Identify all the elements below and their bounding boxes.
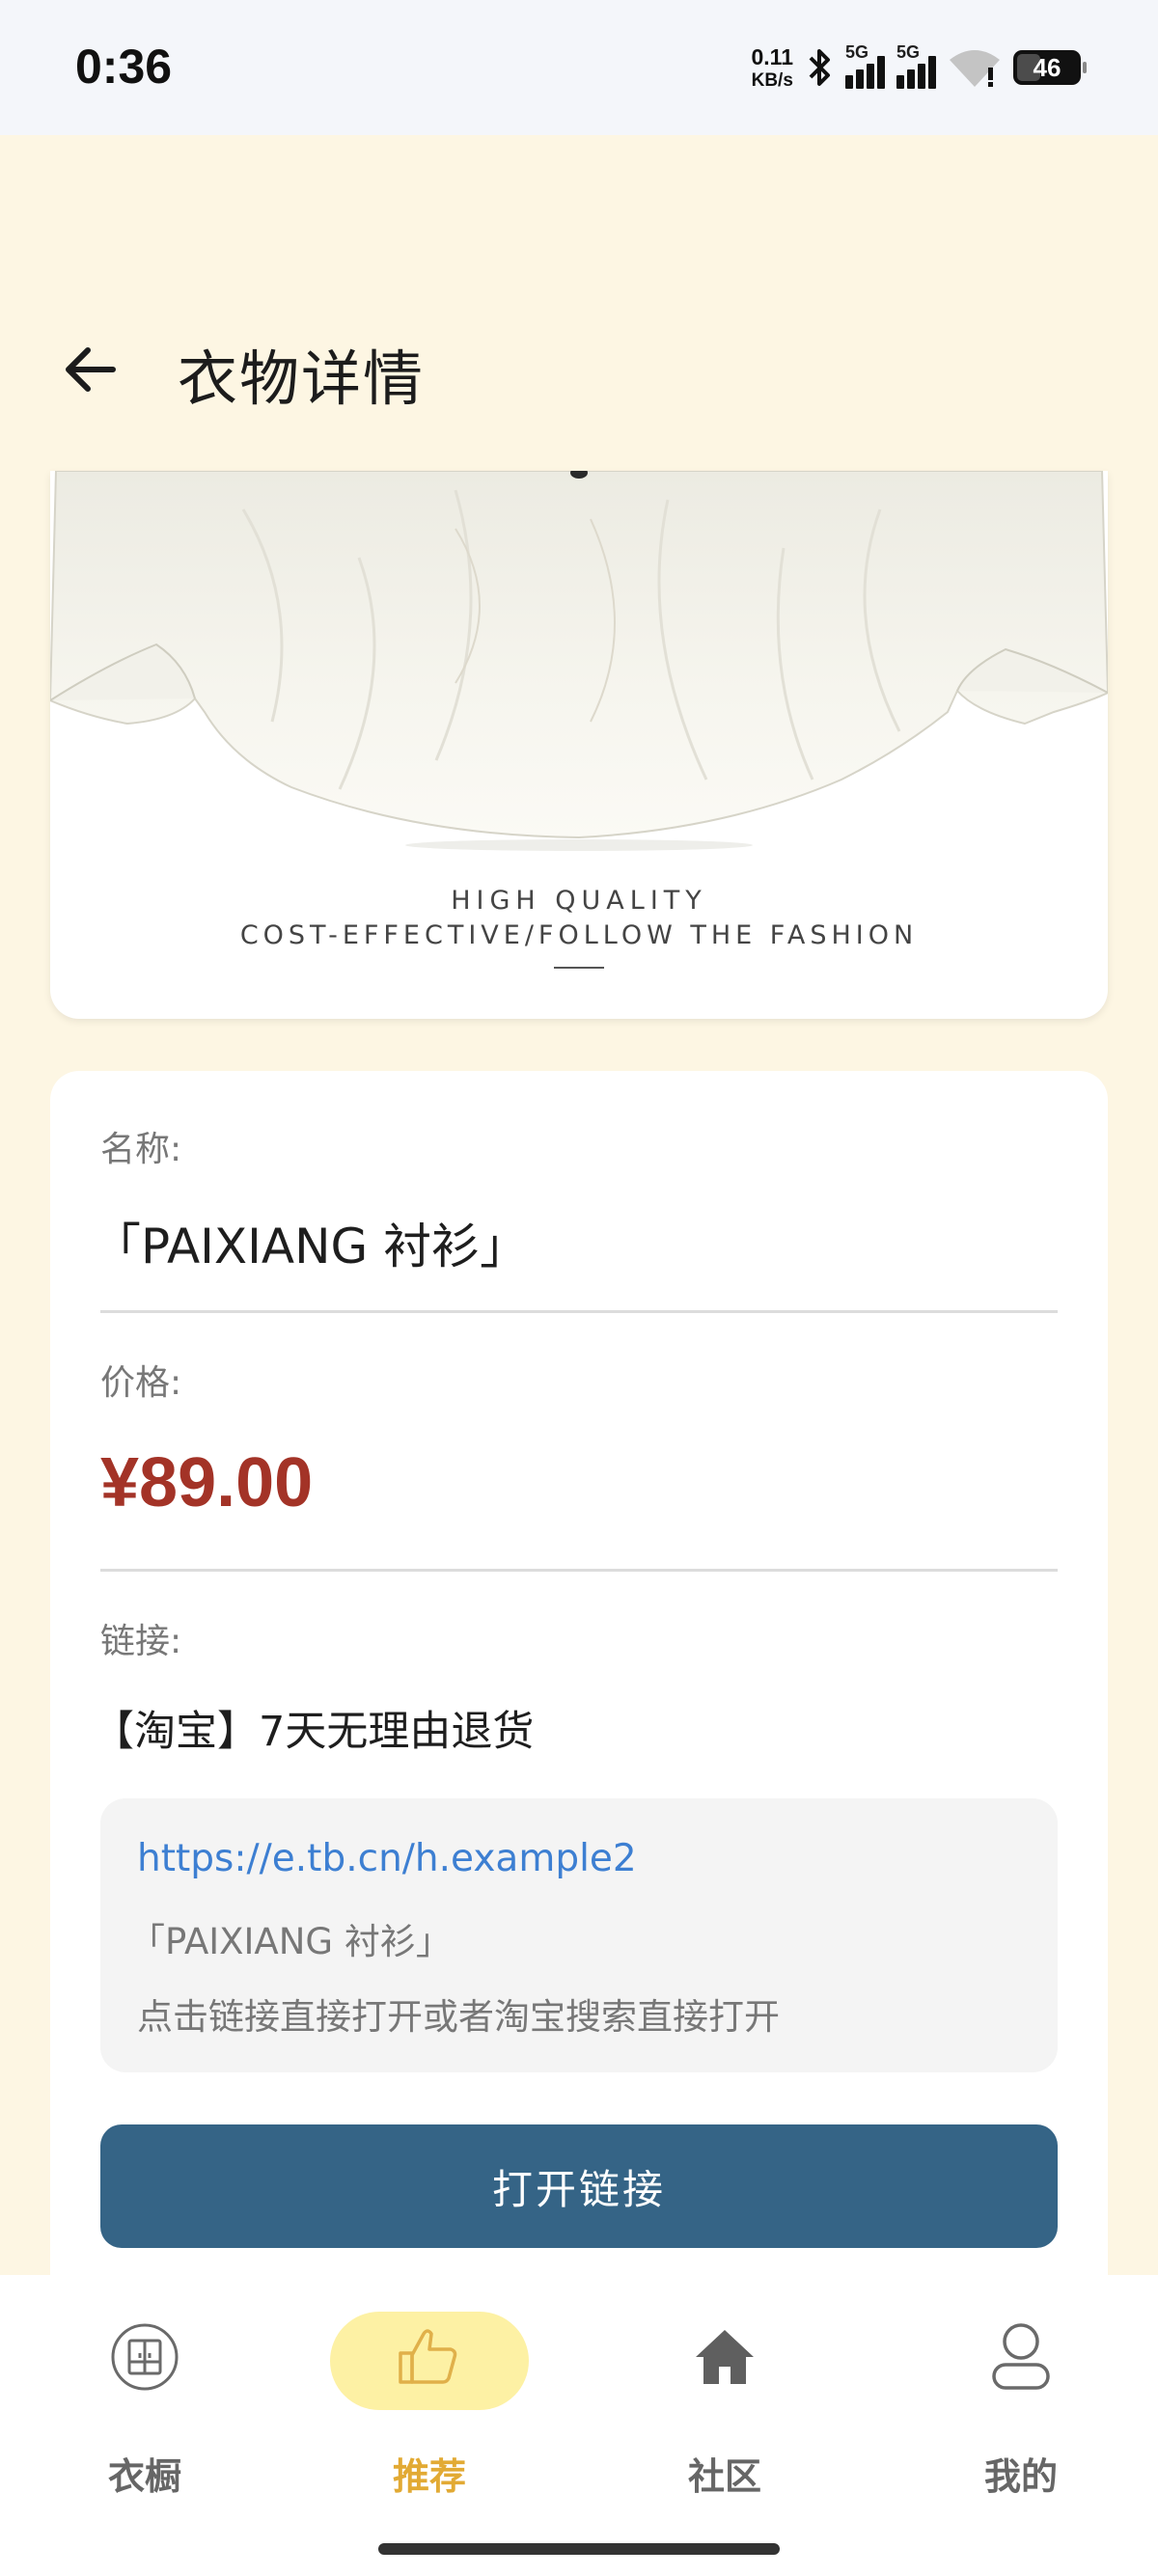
product-name: 「PAIXIANG 衬衫」 — [93, 1219, 529, 1274]
signal-strength-icon: 5G — [896, 42, 936, 89]
link-hint: 点击链接直接打开或者淘宝搜索直接打开 — [137, 1996, 780, 2038]
product-price: ¥89.00 — [100, 1444, 314, 1521]
nav-item-label: 衣橱 — [107, 2455, 181, 2498]
divider — [100, 1569, 1058, 1572]
nav-item-wardrobe[interactable]: 衣橱 — [0, 2275, 290, 2507]
name-label: 名称: — [100, 1130, 182, 1169]
wardrobe-icon — [111, 2323, 179, 2391]
network-speed-unit: KB/s — [751, 69, 793, 91]
link-title: 【淘宝】7天无理由退货 — [93, 1708, 535, 1756]
profile-icon — [992, 2323, 1050, 2390]
nav-item-recommend[interactable]: 推荐 — [285, 2275, 574, 2507]
caption-divider — [554, 967, 604, 969]
image-caption-line-2: COST-EFFECTIVE/FOLLOW THE FASHION — [239, 920, 919, 950]
link-label: 链接: — [100, 1622, 182, 1661]
nav-item-profile[interactable]: 我的 — [876, 2275, 1158, 2507]
nav-item-community[interactable]: 社区 — [580, 2275, 869, 2507]
wifi-icon — [950, 50, 1000, 87]
price-label: 价格: — [100, 1363, 182, 1403]
product-image-card: HIGH QUALITY COST-EFFECTIVE/FOLLOW THE F… — [50, 471, 1108, 1019]
link-product-name: 「PAIXIANG 衬衫」 — [129, 1921, 452, 1962]
nav-item-label: 推荐 — [392, 2455, 466, 2498]
bluetooth-icon — [809, 49, 830, 86]
signal-strength-icon: 5G — [845, 42, 885, 89]
nav-item-label: 我的 — [983, 2455, 1058, 2498]
battery-icon: 46 — [1013, 50, 1087, 85]
status-bar: 0:36 0.11 KB/s 5G 5G 46 — [0, 0, 1158, 135]
sim2-network-label: 5G — [896, 42, 921, 62]
network-speed-value: 0.11 — [751, 43, 794, 69]
open-link-button[interactable]: 打开链接 — [100, 2124, 1058, 2248]
divider — [100, 1310, 1058, 1313]
product-link[interactable]: https://e.tb.cn/h.example2 — [137, 1837, 637, 1880]
status-icons: 0.11 KB/s 5G 5G 46 — [751, 41, 1087, 95]
back-arrow-icon — [66, 347, 116, 392]
link-share-box: https://e.tb.cn/h.example2 「PAIXIANG 衬衫」… — [100, 1798, 1058, 2072]
page-title: 衣物详情 — [178, 343, 426, 414]
sim1-network-label: 5G — [845, 42, 869, 62]
status-time: 0:36 — [75, 40, 173, 94]
product-image — [50, 471, 1108, 876]
back-button[interactable] — [58, 338, 122, 401]
home-icon — [696, 2330, 754, 2384]
bottom-nav: 衣橱 推荐 社区 我的 — [0, 2275, 1158, 2576]
nav-item-label: 社区 — [687, 2455, 761, 2498]
battery-level: 46 — [1033, 52, 1062, 82]
image-caption-line-1: HIGH QUALITY — [451, 886, 707, 916]
thumbs-up-icon — [399, 2329, 457, 2384]
home-indicator[interactable] — [378, 2543, 780, 2555]
network-speed: 0.11 KB/s — [751, 43, 794, 91]
